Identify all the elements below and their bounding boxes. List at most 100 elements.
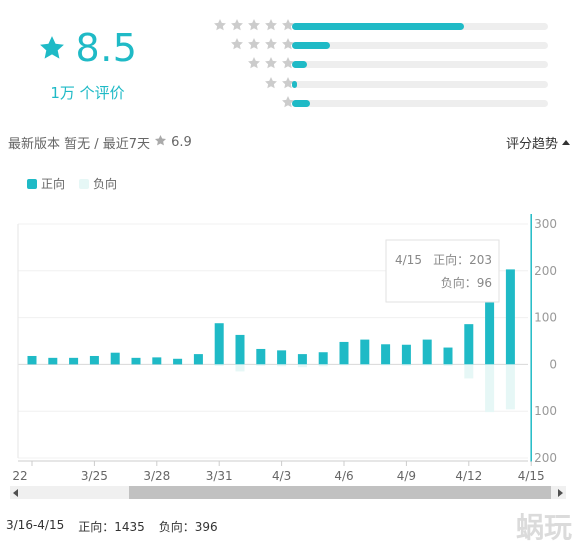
- legend-negative[interactable]: 负向: [79, 175, 117, 192]
- review-count: 1万 个评价: [50, 84, 125, 102]
- positive-bar: [235, 334, 245, 365]
- negative-bar: [443, 364, 453, 366]
- distribution-row-2: [188, 75, 558, 94]
- legend-swatch-positive: [27, 178, 37, 189]
- x-tick-label: 4/6: [334, 469, 353, 483]
- star-icon: [247, 56, 261, 70]
- scroll-right-icon[interactable]: [558, 489, 563, 497]
- distribution-row-5: [188, 17, 558, 36]
- star-group: [247, 56, 295, 70]
- x-tick-label: 22: [12, 469, 27, 483]
- negative-bar: [297, 364, 307, 368]
- summary-footer: 3/16-4/15 正向：1435 负向：396: [6, 518, 218, 535]
- negative-bar: [401, 364, 411, 366]
- y-tick-label: 300: [534, 217, 557, 231]
- rating-distribution: [188, 17, 558, 113]
- positive-bar: [89, 355, 99, 365]
- positive-bar: [193, 354, 203, 365]
- legend-swatch-negative: [79, 178, 90, 189]
- negative-bar: [422, 364, 432, 366]
- negative-bar: [360, 364, 370, 366]
- footer-positive-total: 正向：1435: [78, 520, 145, 534]
- distribution-bar-fill: [292, 42, 331, 50]
- positive-bar: [256, 348, 266, 365]
- tooltip-date: 4/15: [395, 253, 422, 267]
- star-icon: [230, 37, 244, 51]
- negative-bar: [214, 364, 224, 366]
- distribution-bar-fill: [292, 99, 310, 107]
- negative-bar: [381, 364, 391, 366]
- star-group: [213, 18, 295, 32]
- positive-bar: [277, 350, 287, 365]
- y-tick-label: 100: [534, 404, 557, 418]
- x-tick-label: 4/3: [272, 469, 291, 483]
- latest-version-text: 最新版本 暂无 / 最近7天: [8, 137, 151, 152]
- negative-bar: [485, 364, 495, 413]
- x-tick-label: 4/9: [397, 469, 416, 483]
- positive-bar: [131, 357, 141, 365]
- star-icon: [230, 18, 244, 32]
- negative-bar: [318, 364, 328, 367]
- tooltip-negative: 负向：96: [441, 275, 492, 290]
- star-icon: [264, 37, 278, 51]
- positive-bar: [505, 269, 515, 365]
- distribution-row-4: [188, 36, 558, 55]
- distribution-bar-fill: [292, 61, 308, 69]
- positive-bar: [360, 339, 370, 365]
- x-tick-label: 3/25: [81, 469, 108, 483]
- distribution-bar-track: [292, 61, 548, 69]
- scrollbar-thumb[interactable]: [129, 486, 551, 499]
- scroll-left-icon[interactable]: [13, 489, 18, 497]
- y-tick-label: 0: [549, 357, 557, 371]
- legend-positive-label: 正向: [41, 177, 66, 191]
- negative-bar: [277, 364, 287, 367]
- star-icon: [264, 76, 278, 90]
- caret-up-icon: [562, 140, 570, 145]
- positive-bar: [214, 323, 224, 365]
- positive-bar: [422, 339, 432, 365]
- positive-bar: [152, 357, 162, 365]
- negative-bar: [464, 364, 474, 379]
- positive-bar: [69, 357, 79, 365]
- positive-bar: [48, 357, 58, 365]
- positive-bar: [381, 344, 391, 365]
- positive-bar: [318, 352, 328, 365]
- positive-bar: [297, 354, 307, 365]
- star-group: [230, 37, 295, 51]
- tooltip-positive: 正向：203: [433, 252, 492, 267]
- legend-negative-label: 负向: [93, 177, 118, 191]
- star-icon: [213, 18, 227, 32]
- star-icon: [38, 34, 66, 62]
- rating-score: 8.5: [75, 26, 138, 70]
- x-tick-label: 4/12: [455, 469, 482, 483]
- rating-trend-label: 评分趋势: [505, 137, 558, 152]
- star-icon: [247, 18, 261, 32]
- star-icon: [264, 18, 278, 32]
- distribution-bar-fill: [292, 80, 298, 88]
- star-icon: [247, 37, 261, 51]
- rating-trend-button[interactable]: 评分趋势: [506, 133, 570, 152]
- negative-bar: [235, 364, 245, 372]
- rating-summary: 8.5 1万 个评价: [0, 18, 175, 103]
- y-tick-label: 100: [534, 311, 557, 325]
- chart-scrollbar[interactable]: [10, 486, 566, 499]
- y-tick-label: 200: [534, 264, 557, 278]
- footer-negative-total: 负向：396: [158, 520, 218, 534]
- footer-range: 3/16-4/15: [6, 518, 65, 532]
- star-group: [264, 76, 295, 90]
- distribution-row-1: [188, 94, 558, 113]
- tooltip-box: [385, 239, 500, 303]
- negative-bar: [339, 364, 349, 366]
- negative-bar: [505, 364, 515, 410]
- x-tick-label: 3/28: [143, 469, 170, 483]
- y-tick-label: 200: [534, 451, 557, 465]
- legend-positive[interactable]: 正向: [27, 175, 65, 192]
- chart-legend: 正向 负向: [27, 175, 117, 192]
- distribution-row-3: [188, 55, 558, 74]
- positive-bar: [173, 358, 183, 365]
- distribution-bar-track: [292, 99, 548, 107]
- distribution-bar-track: [292, 80, 548, 88]
- positive-bar: [27, 355, 37, 365]
- positive-bar: [339, 341, 349, 365]
- star-icon: [154, 134, 167, 151]
